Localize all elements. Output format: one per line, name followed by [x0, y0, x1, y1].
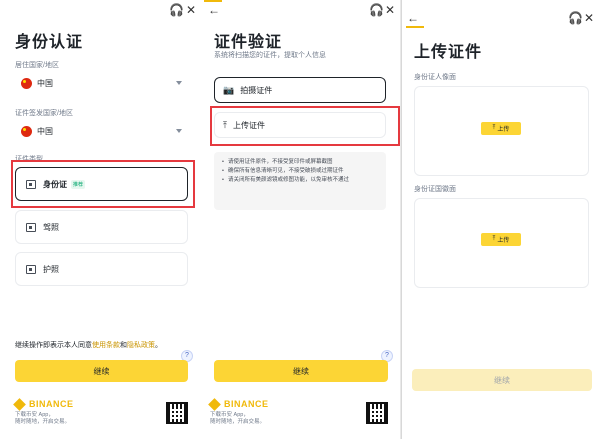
footer-line1: 下载币安 App， — [210, 412, 249, 418]
residence-select[interactable]: 中国 — [15, 72, 188, 94]
footer-line1: 下载币安 App， — [15, 412, 54, 418]
option-label: 拍摄证件 — [240, 85, 273, 95]
highlight-box — [210, 106, 400, 146]
footer-text: 下载币安 App， 随时随地，开启交易。 — [210, 412, 265, 426]
close-icon[interactable]: ✕ — [385, 3, 395, 17]
tip-item: 确保所有信息清晰可见，不接受破损或过期证件 — [222, 167, 378, 176]
consent-prefix: 继续操作即表示本人同意 — [15, 342, 92, 349]
top-bar: ← 🎧 ✕ — [402, 0, 600, 25]
issuer-value: 中国 — [37, 126, 53, 136]
issuer-select[interactable]: 中国 — [15, 120, 188, 142]
footer-line2: 随时随地，开启交易。 — [210, 419, 266, 425]
chevron-down-icon — [176, 129, 182, 133]
footer-line2: 随时随地，开启交易。 — [15, 419, 71, 425]
chevron-down-icon — [176, 81, 182, 85]
upload-panel: ← 🎧 ✕ 上传证件 身份证人像面 ⤒ 上传 身份证国徽面 ⤒ 上传 继续 — [402, 0, 600, 439]
brand-name: BINANCE — [29, 399, 74, 409]
progress-accent — [204, 0, 222, 2]
continue-button[interactable]: 继续 — [15, 360, 188, 382]
china-flag-icon — [21, 77, 32, 89]
qr-code-icon — [366, 402, 388, 424]
tip-item: 请使用证件原件，不接受复印件或屏幕截图 — [222, 158, 378, 167]
tip-item: 请关闭所有美颜滤镜或修图功能，以免审核不通过 — [222, 176, 378, 185]
binance-logo-icon — [13, 397, 26, 411]
headset-icon[interactable]: 🎧 — [568, 11, 583, 25]
passport-icon — [26, 264, 36, 274]
upload-icon: ⤒ — [492, 125, 496, 131]
back-arrow-icon[interactable]: ← — [407, 11, 419, 25]
upload-icon: ⤒ — [492, 236, 496, 242]
page-title: 证件验证 — [214, 34, 283, 51]
residence-value: 中国 — [37, 78, 53, 88]
top-bar: ← 🎧 ✕ — [200, 0, 400, 22]
privacy-link[interactable]: 隐私政策 — [127, 342, 155, 349]
upload-button[interactable]: ⤒ 上传 — [481, 122, 521, 135]
tips-list: 请使用证件原件，不接受复印件或屏幕截图 确保所有信息清晰可见，不接受破损或过期证… — [214, 152, 386, 210]
page-title: 上传证件 — [414, 44, 483, 61]
progress-accent — [406, 26, 424, 28]
consent-period: 。 — [155, 342, 162, 349]
license-icon — [26, 222, 36, 232]
front-upload-area[interactable]: ⤒ 上传 — [414, 86, 589, 176]
upload-button[interactable]: ⤒ 上传 — [481, 233, 521, 246]
close-icon[interactable]: ✕ — [186, 3, 196, 17]
upload-label: 上传 — [497, 127, 510, 133]
page-title: 身份认证 — [15, 34, 84, 51]
issuer-label: 证件签发国家/地区 — [15, 110, 73, 117]
camera-icon: 📷 — [223, 84, 235, 95]
page-subtitle: 系统将扫描您的证件，提取个人信息 — [214, 52, 326, 59]
highlight-box — [11, 160, 195, 208]
terms-link[interactable]: 使用条款 — [92, 342, 120, 349]
option-label: 驾照 — [43, 222, 59, 232]
binance-logo-icon — [208, 397, 221, 411]
qr-code-icon — [166, 402, 188, 424]
option-take-photo[interactable]: 📷 拍摄证件 — [214, 77, 386, 103]
identity-panel: 🎧 ✕ 身份认证 居住国家/地区 中国 证件签发国家/地区 中国 证件类型 身份… — [0, 0, 201, 439]
front-label: 身份证人像面 — [414, 74, 456, 81]
headset-icon[interactable]: 🎧 — [169, 3, 184, 17]
continue-button-disabled[interactable]: 继续 — [412, 369, 592, 391]
top-bar: 🎧 ✕ — [0, 0, 201, 22]
option-passport[interactable]: 护照 — [15, 252, 188, 286]
option-license[interactable]: 驾照 — [15, 210, 188, 244]
consent-and: 和 — [120, 342, 127, 349]
brand-name: BINANCE — [224, 399, 269, 409]
back-label: 身份证国徽面 — [414, 186, 456, 193]
verification-panel: ← 🎧 ✕ 证件验证 系统将扫描您的证件，提取个人信息 📷 拍摄证件 ⤒ 上传证… — [200, 0, 400, 439]
close-icon[interactable]: ✕ — [584, 11, 594, 25]
headset-icon[interactable]: 🎧 — [369, 3, 384, 17]
binance-logo: BINANCE — [13, 397, 74, 411]
back-upload-area[interactable]: ⤒ 上传 — [414, 198, 589, 288]
continue-button[interactable]: 继续 — [214, 360, 388, 382]
footer-text: 下载币安 App， 随时随地，开启交易。 — [15, 412, 70, 426]
option-label: 护照 — [43, 264, 59, 274]
china-flag-icon — [21, 125, 32, 137]
binance-logo: BINANCE — [208, 397, 269, 411]
residence-label: 居住国家/地区 — [15, 62, 59, 69]
consent-text: 继续操作即表示本人同意使用条款和隐私政策。 — [15, 340, 162, 350]
upload-label: 上传 — [497, 238, 510, 244]
back-arrow-icon[interactable]: ← — [208, 3, 220, 17]
